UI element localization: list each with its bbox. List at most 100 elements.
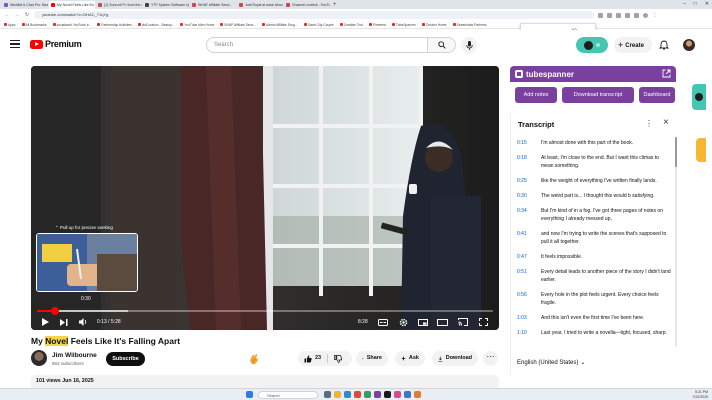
file-explorer-icon[interactable] bbox=[334, 391, 341, 398]
transcript-row[interactable]: 0:15 I'm almost done with this part of th… bbox=[511, 135, 677, 147]
bookmark-item[interactable]: YouTube Man Home bbox=[180, 23, 214, 27]
browser-tab[interactable]: (1) Sunroof Ft. from the clients bbox=[96, 1, 142, 9]
voice-search-button[interactable] bbox=[461, 37, 477, 53]
transcript-scrollbar[interactable] bbox=[675, 137, 677, 347]
bookmark-item[interactable]: Pinterest bbox=[368, 23, 386, 27]
cast-button[interactable] bbox=[457, 316, 469, 328]
transcript-timestamp[interactable]: 0:51 bbox=[517, 268, 537, 284]
edge-browser-icon[interactable] bbox=[344, 391, 351, 398]
close-icon[interactable]: × bbox=[663, 117, 669, 128]
transcript-row[interactable]: 1:03 And this isn't even the first time I… bbox=[511, 310, 677, 322]
back-icon[interactable]: ← bbox=[4, 12, 10, 18]
app-icon[interactable] bbox=[364, 391, 371, 398]
transcript-row[interactable]: 0:56 Every hole in the plot feels urgent.… bbox=[511, 287, 677, 307]
thanks-icon[interactable] bbox=[247, 353, 261, 365]
minimize-icon[interactable]: – bbox=[683, 0, 686, 9]
channel-avatar[interactable] bbox=[31, 350, 47, 366]
transcript-timestamp[interactable]: 0:41 bbox=[517, 230, 537, 246]
browser-menu-icon[interactable]: ⋮ bbox=[652, 12, 658, 18]
chrome-icon[interactable] bbox=[354, 391, 361, 398]
progress-bar[interactable] bbox=[37, 307, 493, 315]
account-avatar[interactable] bbox=[683, 39, 695, 51]
vpn-extension-button[interactable] bbox=[576, 37, 608, 53]
start-icon[interactable] bbox=[246, 391, 253, 398]
bookmark-item[interactable]: Creator Home bbox=[421, 23, 447, 27]
download-transcript-button[interactable]: Download transcript bbox=[562, 87, 634, 103]
bookmark-item[interactable]: Gaea City Couple bbox=[303, 23, 334, 27]
bookmark-item[interactable]: Apps bbox=[4, 23, 16, 27]
transcript-timestamp[interactable]: 0:18 bbox=[517, 154, 537, 170]
url-field[interactable]: youtube.com/watch?v=OHAC_TJqYg bbox=[34, 11, 594, 19]
share-button[interactable]: Share bbox=[356, 351, 388, 366]
menu-icon[interactable] bbox=[10, 40, 20, 48]
app-icon[interactable] bbox=[404, 391, 411, 398]
bookmark-item[interactable]: TubeSpanner bbox=[391, 23, 416, 27]
transcript-row[interactable]: 0:30 The weird part is... I thought this … bbox=[511, 188, 677, 200]
browser-tab[interactable]: My Novel Feels Like It's Falling... bbox=[49, 0, 95, 9]
transcript-row[interactable]: 0:47 It feels impossible. bbox=[511, 249, 677, 261]
browser-tab[interactable]: WHAT Affiliate Send... bbox=[190, 1, 236, 9]
bookmark-item[interactable]: vidCuration - Beauty... bbox=[137, 23, 174, 27]
bookmark-item[interactable]: Streamlabs Partners bbox=[452, 23, 487, 27]
transcript-timestamp[interactable]: 0:47 bbox=[517, 253, 537, 261]
dashboard-button[interactable]: Dashboard bbox=[639, 87, 675, 103]
play-button[interactable] bbox=[40, 316, 50, 328]
task-view-icon[interactable] bbox=[324, 391, 331, 398]
browser-tab[interactable]: YTF System Software Update... bbox=[143, 1, 189, 9]
transcript-timestamp[interactable]: 1:03 bbox=[517, 314, 537, 322]
profile-icon[interactable] bbox=[643, 12, 648, 18]
transcript-timestamp[interactable]: 0:34 bbox=[517, 207, 537, 223]
maximize-icon[interactable]: □ bbox=[694, 0, 697, 9]
bookmark-item[interactable]: All Bookmarks bbox=[21, 23, 47, 27]
notifications-bell-icon[interactable] bbox=[659, 40, 669, 50]
app-icon[interactable] bbox=[374, 391, 381, 398]
bookmark-item[interactable]: Creative Tool bbox=[339, 23, 363, 27]
open-external-icon[interactable] bbox=[662, 69, 671, 78]
transcript-row[interactable]: 0:51 Every detail leads to another piece … bbox=[511, 264, 677, 284]
transcript-row[interactable]: 1:10 Last year, I tried to write a novell… bbox=[511, 325, 677, 337]
extension-icon[interactable] bbox=[625, 12, 630, 18]
kebab-menu-icon[interactable]: ⋮ bbox=[645, 119, 653, 128]
miniplayer-button[interactable] bbox=[417, 316, 429, 328]
extension-icon[interactable] bbox=[616, 12, 621, 18]
youtube-premium-logo[interactable]: Premium bbox=[30, 39, 82, 49]
bookmark-item[interactable]: Partnership Activities bbox=[97, 23, 132, 27]
channel-name[interactable]: Jim Wilbourne bbox=[52, 352, 97, 359]
browser-tab[interactable]: Wishlist & Chat Pro: Beats for... bbox=[2, 1, 48, 9]
bookmark-item[interactable]: SNAP Affiliate Send... bbox=[220, 23, 256, 27]
theater-mode-button[interactable] bbox=[436, 316, 448, 328]
next-button[interactable] bbox=[59, 316, 69, 328]
new-tab-icon[interactable]: + bbox=[333, 2, 337, 8]
extension-icon[interactable] bbox=[607, 12, 612, 18]
transcript-row[interactable]: 0:25 like the weight of everything I've w… bbox=[511, 173, 677, 185]
transcript-row[interactable]: 0:18 At least, I'm close to the end. But … bbox=[511, 150, 677, 170]
browser-tab[interactable]: Channel content - YouTube S... bbox=[284, 1, 330, 9]
ask-button[interactable]: Ask bbox=[395, 351, 425, 366]
system-clock[interactable]: 5:21 PM 7/22/2025 bbox=[692, 390, 708, 399]
bookmark-item[interactable]: Admin Affiliate Drug... bbox=[262, 23, 298, 27]
language-selector[interactable]: English (United States) ⌄ bbox=[517, 359, 585, 367]
search-input[interactable]: Search bbox=[206, 37, 428, 53]
close-window-icon[interactable]: ✕ bbox=[705, 0, 709, 9]
transcript-timestamp[interactable]: 0:56 bbox=[517, 291, 537, 307]
browser-tab[interactable]: Just Royal at ease About Pro to.. bbox=[237, 1, 283, 9]
settings-button[interactable] bbox=[397, 316, 409, 328]
fullscreen-button[interactable] bbox=[477, 316, 489, 328]
side-extension-tab[interactable] bbox=[696, 138, 706, 162]
transcript-timestamp[interactable]: 0:30 bbox=[517, 192, 537, 200]
app-icon[interactable] bbox=[384, 391, 391, 398]
video-player[interactable]: ⌃ Pull up for precise seeking 0:30 0:13 … bbox=[31, 66, 499, 330]
volume-button[interactable] bbox=[78, 316, 88, 328]
transcript-row[interactable]: 0:34 But I'm kind of in a fog. I've got t… bbox=[511, 203, 677, 223]
transcript-timestamp[interactable]: 0:15 bbox=[517, 139, 537, 147]
add-notes-button[interactable]: Add notes bbox=[515, 87, 557, 103]
create-button[interactable]: + Create bbox=[614, 37, 652, 53]
captions-button[interactable] bbox=[377, 316, 389, 328]
dislike-icon[interactable] bbox=[334, 354, 343, 363]
forward-icon[interactable]: → bbox=[14, 12, 20, 18]
transcript-timestamp[interactable]: 0:25 bbox=[517, 177, 537, 185]
taskbar-search[interactable]: Search bbox=[258, 391, 318, 399]
transcript-timestamp[interactable]: 1:10 bbox=[517, 329, 537, 337]
app-icon[interactable] bbox=[394, 391, 401, 398]
download-button[interactable]: Download bbox=[432, 351, 478, 366]
